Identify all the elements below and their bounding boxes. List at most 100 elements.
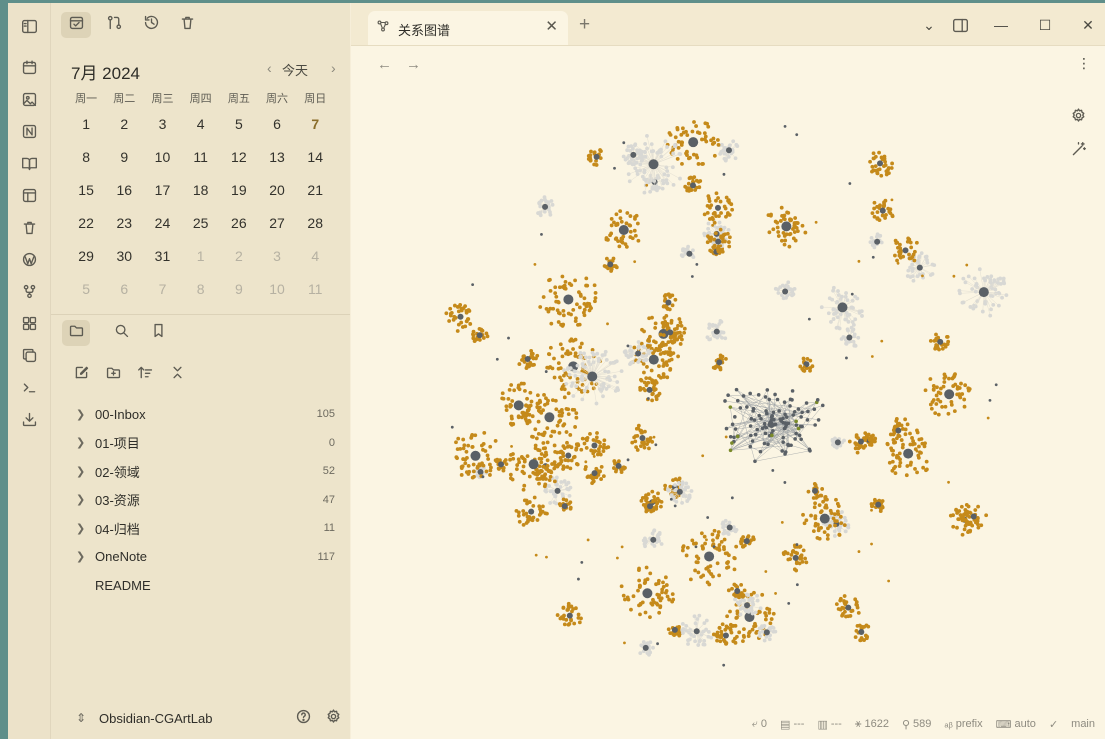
- graph-hub-node[interactable]: [667, 329, 674, 336]
- graph-node[interactable]: [891, 432, 896, 437]
- graph-node[interactable]: [623, 641, 626, 645]
- graph-node[interactable]: [917, 254, 922, 259]
- graph-node[interactable]: [986, 416, 990, 420]
- graph-node[interactable]: [897, 464, 902, 468]
- graph-node[interactable]: [552, 443, 557, 448]
- graph-node[interactable]: [837, 533, 842, 537]
- graph-node[interactable]: [936, 346, 940, 351]
- graph-node[interactable]: [517, 362, 522, 366]
- graph-hub-node[interactable]: [857, 438, 864, 445]
- graph-node[interactable]: [648, 615, 652, 620]
- graph-node[interactable]: [661, 333, 666, 338]
- graph-node[interactable]: [466, 463, 471, 468]
- graph-node[interactable]: [925, 467, 929, 472]
- graph-node[interactable]: [825, 533, 830, 538]
- graph-node[interactable]: [896, 455, 901, 460]
- graph-node[interactable]: [661, 304, 666, 309]
- graph-node[interactable]: [706, 221, 711, 226]
- graph-hub-node[interactable]: [646, 386, 653, 393]
- graph-node[interactable]: [471, 283, 475, 286]
- graph-node[interactable]: [915, 274, 920, 279]
- graph-node[interactable]: [541, 464, 546, 469]
- graph-node[interactable]: [447, 319, 452, 323]
- graph-node[interactable]: [532, 495, 537, 500]
- graph-node[interactable]: [712, 220, 717, 225]
- graph-node[interactable]: [710, 142, 715, 146]
- graph-node[interactable]: [895, 258, 899, 263]
- graph-node[interactable]: [537, 201, 542, 206]
- calendar-day[interactable]: 12: [220, 149, 258, 165]
- graph-node[interactable]: [773, 422, 778, 427]
- graph-node[interactable]: [882, 202, 886, 206]
- graph-node[interactable]: [650, 439, 655, 444]
- graph-node[interactable]: [854, 442, 859, 447]
- graph-hub-node[interactable]: [879, 207, 886, 214]
- graph-node[interactable]: [601, 394, 605, 399]
- graph-node[interactable]: [574, 606, 578, 611]
- calendar-day-next-month[interactable]: 5: [67, 281, 105, 297]
- graph-node[interactable]: [679, 485, 684, 489]
- graph-node[interactable]: [544, 370, 548, 373]
- graph-node[interactable]: [563, 286, 568, 291]
- graph-node[interactable]: [569, 384, 574, 388]
- graph-node[interactable]: [674, 326, 679, 331]
- graph-node[interactable]: [694, 153, 699, 158]
- graph-node[interactable]: [871, 433, 875, 438]
- graph-node[interactable]: [715, 638, 719, 643]
- graph-node[interactable]: [988, 280, 993, 284]
- graph-node[interactable]: [601, 474, 606, 479]
- tree-folder[interactable]: ❯ 01-项目 0: [51, 429, 350, 458]
- graph-node[interactable]: [548, 277, 552, 282]
- graph-node[interactable]: [628, 229, 633, 234]
- graph-node[interactable]: [642, 190, 647, 195]
- graph-node[interactable]: [767, 422, 772, 427]
- graph-node[interactable]: [548, 212, 553, 217]
- graph-node[interactable]: [701, 454, 705, 458]
- graph-node[interactable]: [561, 454, 566, 458]
- graph-node[interactable]: [947, 480, 950, 484]
- graph-node[interactable]: [642, 445, 647, 450]
- graph-node[interactable]: [578, 294, 583, 298]
- graph-node[interactable]: [715, 561, 720, 566]
- graph-node[interactable]: [614, 236, 619, 241]
- graph-node[interactable]: [807, 447, 812, 452]
- graph-node[interactable]: [1002, 281, 1007, 286]
- graph-node[interactable]: [514, 467, 519, 472]
- graph-node[interactable]: [764, 634, 769, 639]
- graph-node[interactable]: [680, 126, 685, 131]
- calendar-day[interactable]: 15: [67, 182, 105, 198]
- forward-arrow-icon[interactable]: →: [406, 56, 421, 73]
- graph-node[interactable]: [759, 416, 763, 421]
- graph-hub-node[interactable]: [846, 334, 853, 341]
- graph-node[interactable]: [878, 509, 883, 514]
- graph-node[interactable]: [626, 172, 631, 177]
- graph-hub-node[interactable]: [635, 350, 642, 357]
- graph-node[interactable]: [645, 437, 650, 442]
- graph-node[interactable]: [674, 499, 679, 504]
- calendar-day[interactable]: 30: [105, 248, 143, 264]
- graph-node[interactable]: [539, 452, 544, 456]
- graph-node[interactable]: [665, 292, 670, 297]
- graph-node[interactable]: [646, 380, 651, 385]
- graph-node[interactable]: [701, 573, 706, 578]
- graph-node[interactable]: [782, 234, 787, 238]
- graph-node[interactable]: [632, 228, 637, 233]
- graph-node[interactable]: [835, 519, 839, 524]
- graph-node[interactable]: [706, 516, 710, 519]
- graph-node[interactable]: [784, 415, 789, 419]
- graph-node[interactable]: [549, 434, 553, 438]
- graph-node[interactable]: [875, 232, 880, 237]
- graph-node[interactable]: [609, 217, 614, 221]
- graph-node[interactable]: [471, 329, 476, 334]
- graph-node[interactable]: [913, 467, 917, 471]
- graph-node[interactable]: [643, 610, 648, 615]
- graph-node[interactable]: [500, 391, 505, 396]
- graph-node[interactable]: [659, 154, 664, 159]
- graph-node[interactable]: [931, 383, 936, 388]
- graph-node[interactable]: [663, 575, 668, 580]
- graph-hub-node[interactable]: [648, 354, 659, 365]
- graph-node[interactable]: [714, 198, 718, 203]
- graph-node[interactable]: [948, 513, 953, 518]
- graph-node[interactable]: [708, 205, 712, 210]
- graph-node[interactable]: [680, 500, 684, 505]
